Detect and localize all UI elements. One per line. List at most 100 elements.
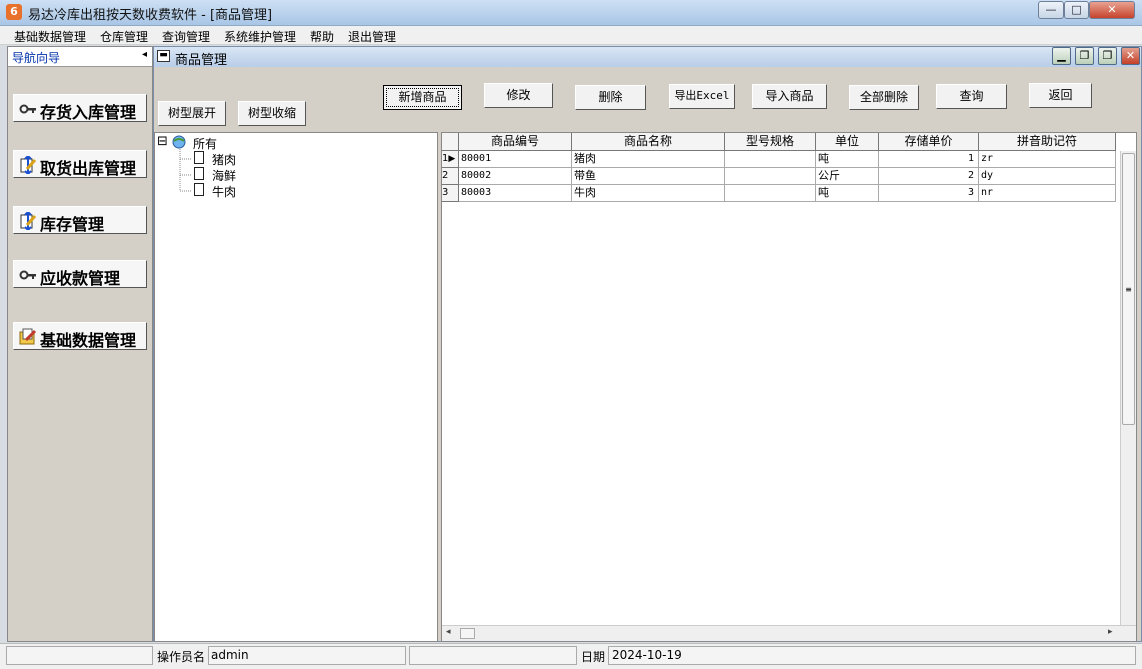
- vertical-scrollbar[interactable]: ≡: [1120, 151, 1136, 625]
- nav-basic-data-label: 基础数据管理: [40, 331, 137, 350]
- menu-bar: 基础数据管理 仓库管理 查询管理 系统维护管理 帮助 退出管理: [0, 26, 1142, 45]
- delete-all-button[interactable]: 全部删除: [849, 85, 919, 110]
- pencil-notebook-icon: [20, 156, 37, 174]
- scroll-right-arrow-icon[interactable]: ▸: [1108, 627, 1113, 637]
- child-window-titlebar: ▬ 商品管理 ▁ ❐ ❐ ✕: [154, 47, 1141, 68]
- menu-basic-data[interactable]: 基础数据管理: [14, 28, 86, 45]
- add-product-button[interactable]: 新增商品: [383, 85, 462, 110]
- vertical-scroll-thumb[interactable]: ≡: [1122, 153, 1135, 425]
- status-bar: 操作员名 admin 日期 2024-10-19: [0, 643, 1142, 669]
- cell-price[interactable]: 3: [879, 185, 979, 202]
- column-header-price[interactable]: 存储单价: [879, 133, 979, 151]
- navigation-panel: 导航向导 ◂ 存货入库管理 取货出库管理 库存管理 应收款管理 基础数据管理: [7, 46, 153, 642]
- navigation-header: 导航向导 ◂: [8, 47, 152, 67]
- tree-item-pork[interactable]: 猪肉: [212, 151, 236, 168]
- nav-stock-out-button[interactable]: 取货出库管理: [13, 150, 147, 178]
- maximize-button[interactable]: □: [1064, 1, 1089, 19]
- nav-receivables-label: 应收款管理: [40, 269, 121, 288]
- cell-spec[interactable]: [725, 151, 816, 168]
- cell-spec[interactable]: [725, 185, 816, 202]
- cell-spec[interactable]: [725, 168, 816, 185]
- cell-name[interactable]: 猪肉: [572, 151, 725, 168]
- key-icon: [19, 270, 36, 280]
- cell-price[interactable]: 2: [879, 168, 979, 185]
- row-indicator[interactable]: 1▶: [442, 151, 459, 168]
- nav-inventory-button[interactable]: 库存管理: [13, 206, 147, 234]
- grid-corner: [442, 133, 459, 151]
- column-header-unit[interactable]: 单位: [816, 133, 879, 151]
- cell-unit[interactable]: 公斤: [816, 168, 879, 185]
- collapse-arrow-icon[interactable]: ◂: [142, 49, 147, 60]
- menu-system[interactable]: 系统维护管理: [224, 28, 296, 45]
- child-window-title: 商品管理: [175, 53, 228, 68]
- nav-receivables-button[interactable]: 应收款管理: [13, 260, 147, 288]
- document-icon: [194, 183, 204, 196]
- cell-code[interactable]: 80003: [459, 185, 572, 202]
- horizontal-scroll-thumb[interactable]: [460, 628, 475, 639]
- window-title: 易达冷库出租按天数收费软件 - [商品管理]: [28, 8, 273, 23]
- category-tree: ⊟ 所有 猪肉 海鲜 牛肉: [154, 132, 438, 642]
- row-indicator[interactable]: 2: [442, 168, 459, 185]
- query-button[interactable]: 查询: [936, 84, 1007, 109]
- nav-basic-data-button[interactable]: 基础数据管理: [13, 322, 147, 350]
- folder-pencil-icon: [19, 328, 37, 345]
- status-cell-blank: [6, 646, 153, 665]
- import-products-button[interactable]: 导入商品: [752, 84, 827, 109]
- tree-root-label[interactable]: 所有: [193, 135, 217, 152]
- cell-pinyin[interactable]: zr: [979, 151, 1116, 168]
- delete-button[interactable]: 删除: [575, 85, 646, 110]
- cell-price[interactable]: 1: [879, 151, 979, 168]
- nav-stock-out-label: 取货出库管理: [40, 159, 137, 178]
- tree-item-seafood[interactable]: 海鲜: [212, 167, 236, 184]
- document-icon: [194, 167, 204, 180]
- operator-label: 操作员名: [157, 650, 206, 664]
- close-button[interactable]: ✕: [1089, 1, 1135, 19]
- column-header-spec[interactable]: 型号规格: [725, 133, 816, 151]
- nav-stock-in-button[interactable]: 存货入库管理: [13, 94, 147, 122]
- child-restore-button-2[interactable]: ❐: [1098, 47, 1117, 65]
- scroll-left-arrow-icon[interactable]: ◂: [446, 627, 451, 637]
- child-close-button[interactable]: ✕: [1121, 47, 1140, 65]
- tree-connector-lines: [179, 149, 192, 192]
- back-button[interactable]: 返回: [1029, 83, 1092, 108]
- navigation-title: 导航向导: [12, 51, 61, 65]
- tree-expand-button[interactable]: 树型展开: [158, 101, 226, 126]
- column-header-name[interactable]: 商品名称: [572, 133, 725, 151]
- tree-root-toggle[interactable]: ⊟: [157, 134, 168, 149]
- cell-name[interactable]: 带鱼: [572, 168, 725, 185]
- edit-button[interactable]: 修改: [484, 83, 553, 108]
- date-field: 2024-10-19: [608, 646, 1136, 665]
- document-icon: [194, 151, 204, 164]
- menu-exit[interactable]: 退出管理: [348, 28, 396, 45]
- row-indicator[interactable]: 3: [442, 185, 459, 202]
- cell-code[interactable]: 80002: [459, 168, 572, 185]
- globe-icon: [172, 135, 186, 149]
- export-excel-button[interactable]: 导出Excel: [669, 84, 735, 109]
- nav-inventory-label: 库存管理: [40, 215, 105, 234]
- nav-stock-in-label: 存货入库管理: [40, 103, 137, 122]
- pencil-notebook-icon: [20, 212, 37, 230]
- horizontal-scrollbar[interactable]: ◂ ▸: [442, 625, 1136, 641]
- tree-collapse-button[interactable]: 树型收缩: [238, 101, 306, 126]
- cell-pinyin[interactable]: nr: [979, 185, 1116, 202]
- column-header-pinyin[interactable]: 拼音助记符: [979, 133, 1116, 151]
- window-menu-icon[interactable]: ▬: [157, 50, 170, 62]
- menu-help[interactable]: 帮助: [310, 28, 334, 45]
- cell-pinyin[interactable]: dy: [979, 168, 1116, 185]
- window-titlebar: 6 易达冷库出租按天数收费软件 - [商品管理] — □ ✕: [0, 0, 1142, 26]
- menu-query[interactable]: 查询管理: [162, 28, 210, 45]
- cell-code[interactable]: 80001: [459, 151, 572, 168]
- operator-field: admin: [208, 646, 406, 665]
- cell-unit[interactable]: 吨: [816, 185, 879, 202]
- child-minimize-button[interactable]: ▁: [1052, 47, 1071, 65]
- tree-item-beef[interactable]: 牛肉: [212, 183, 236, 200]
- minimize-button[interactable]: —: [1038, 1, 1064, 19]
- menu-warehouse[interactable]: 仓库管理: [100, 28, 148, 45]
- column-header-code[interactable]: 商品编号: [459, 133, 572, 151]
- child-restore-button[interactable]: ❐: [1075, 47, 1094, 65]
- key-icon: [19, 104, 36, 114]
- app-icon: 6: [6, 4, 22, 20]
- cell-name[interactable]: 牛肉: [572, 185, 725, 202]
- date-label: 日期: [581, 650, 606, 664]
- cell-unit[interactable]: 吨: [816, 151, 879, 168]
